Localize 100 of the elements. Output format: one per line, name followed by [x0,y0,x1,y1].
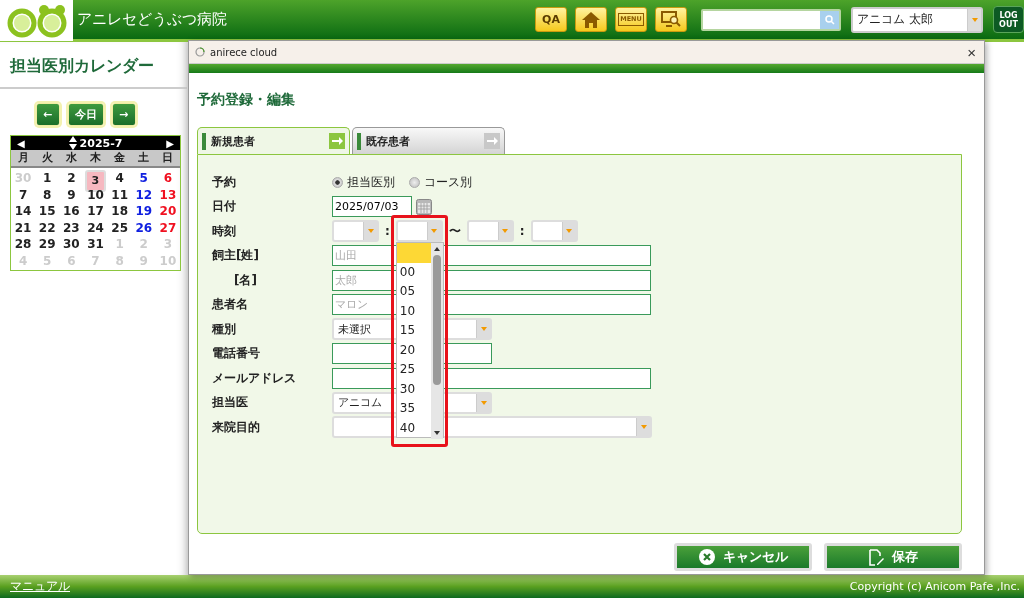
field-label: [名] [233,271,258,289]
radio-option[interactable]: 担当医別 [332,173,395,191]
edit-icon [868,548,884,566]
calendar-day[interactable]: 4 [109,170,130,187]
calendar-day[interactable]: 22 [37,219,58,236]
separator-text: : [384,224,391,239]
field-label: 飼主[姓] [212,247,260,265]
field-label: 時刻 [212,222,237,240]
user-select[interactable]: アニコム 太郎 [851,6,983,33]
search-field[interactable] [701,8,841,31]
caret-icon [640,425,647,430]
caret-icon [367,229,374,234]
calendar-day[interactable]: 7 [13,186,34,203]
calendar-day[interactable]: 17 [85,203,106,220]
field-label: 予約 [212,173,237,191]
separator-text: 〜 [447,222,462,240]
tab[interactable]: 既存患者 [352,127,505,154]
today-button[interactable]: 今日 [67,103,104,126]
calendar-icon[interactable] [416,198,432,215]
qa-button[interactable]: QA [535,7,567,32]
calendar-day[interactable]: 2 [61,170,82,187]
cancel-button[interactable]: キャンセル [674,543,812,571]
spinner-icon[interactable] [68,136,77,150]
previous-button[interactable]: ← [35,103,60,126]
dialog-heading: 予約登録・編集 [197,91,296,109]
month-label: 2025-7 [79,136,123,150]
weekday-label: 土 [137,150,151,166]
monitor-search-icon [661,11,681,28]
close-icon [698,549,715,565]
dropdown-option[interactable]: 15 [396,321,431,341]
loading-icon [195,47,205,57]
weekday-label: 木 [89,150,102,166]
calendar-day[interactable]: 23 [61,219,82,236]
radio-button[interactable] [409,176,420,188]
weekday-label: 水 [64,150,78,166]
field-label: 日付 [212,198,237,216]
hospital-name: アニレセどうぶつ病院 [77,10,228,29]
calendar-day[interactable]: 31 [85,236,106,253]
weekday-label: 日 [161,150,175,166]
calendar-day[interactable]: 25 [109,219,130,236]
calendar-day[interactable]: 6 [157,170,178,187]
field-label: メールアドレス [212,369,297,387]
monitor-button[interactable] [655,7,687,32]
time-select[interactable] [395,220,443,243]
search-icon [824,14,835,25]
caret-icon [502,229,509,234]
calendar-day[interactable]: 8 [37,186,58,203]
home-button[interactable] [575,7,607,32]
caret-icon [971,17,978,22]
separator-text: : [518,224,526,239]
field-label: 患者名 [212,296,249,314]
calendar-day[interactable]: 28 [13,236,34,253]
calendar-day[interactable]: 1 [37,170,58,187]
scrollbar[interactable] [430,243,443,440]
previous-month-button[interactable]: ◀ [17,137,25,149]
field-label: 来院目的 [212,418,261,436]
caret-icon [566,229,573,234]
calendar-day[interactable]: 20 [157,203,178,220]
weekday-label: 月 [16,150,30,166]
tab[interactable]: 新規患者 [197,127,350,154]
next-button[interactable]: → [111,103,136,126]
dropdown-option[interactable]: 30 [396,379,431,400]
calendar-day[interactable]: 15 [37,203,58,220]
field-label: 担当医 [212,394,249,412]
next-month-button[interactable]: ▶ [166,137,174,149]
copyright-text: Copyright (c) Anicom Pafe ,Inc. [849,580,1020,593]
calendar-day[interactable]: 13 [157,186,178,203]
calendar-day[interactable]: 18 [109,203,130,220]
radio-option[interactable]: コース別 [409,173,472,191]
logout-button[interactable]: LOG OUT [993,6,1024,33]
calendar-day[interactable]: 14 [13,203,34,220]
date-field[interactable]: 2025/07/03 [332,196,412,218]
dropdown-option[interactable]: 20 [396,340,431,361]
weekday-label: 金 [113,150,127,166]
home-icon [582,11,600,28]
weekday-label: 火 [40,150,54,166]
calendar-day[interactable]: 24 [85,219,106,236]
calendar-day[interactable]: 19 [133,203,154,220]
calendar-day[interactable]: 30 [61,236,82,253]
calendar-day[interactable]: 5 [133,170,154,187]
window-title: anirece cloud [210,46,279,58]
calendar-day[interactable]: 11 [109,186,130,203]
dropdown-option[interactable]: 40 [396,418,431,439]
calendar-day[interactable]: 29 [37,236,58,253]
field-label: 種別 [212,320,237,338]
field-label: 電話番号 [212,345,261,363]
save-button[interactable]: 保存 [824,543,962,571]
close-button[interactable]: × [965,43,978,61]
dropdown-option[interactable]: 35 [396,399,431,419]
caret-icon [431,229,438,234]
calendar-day[interactable]: 9 [61,186,82,203]
radio-button[interactable] [332,176,343,188]
calendar-day[interactable]: 21 [13,219,34,236]
caret-icon [480,400,487,405]
calendar-day[interactable]: 16 [61,203,82,220]
calendar-day[interactable]: 12 [133,186,154,203]
calendar-day[interactable]: 27 [157,219,178,236]
radio-label: 担当医別 [347,173,395,191]
calendar-day[interactable]: 26 [133,219,154,236]
dropdown-option[interactable]: 25 [396,360,431,380]
